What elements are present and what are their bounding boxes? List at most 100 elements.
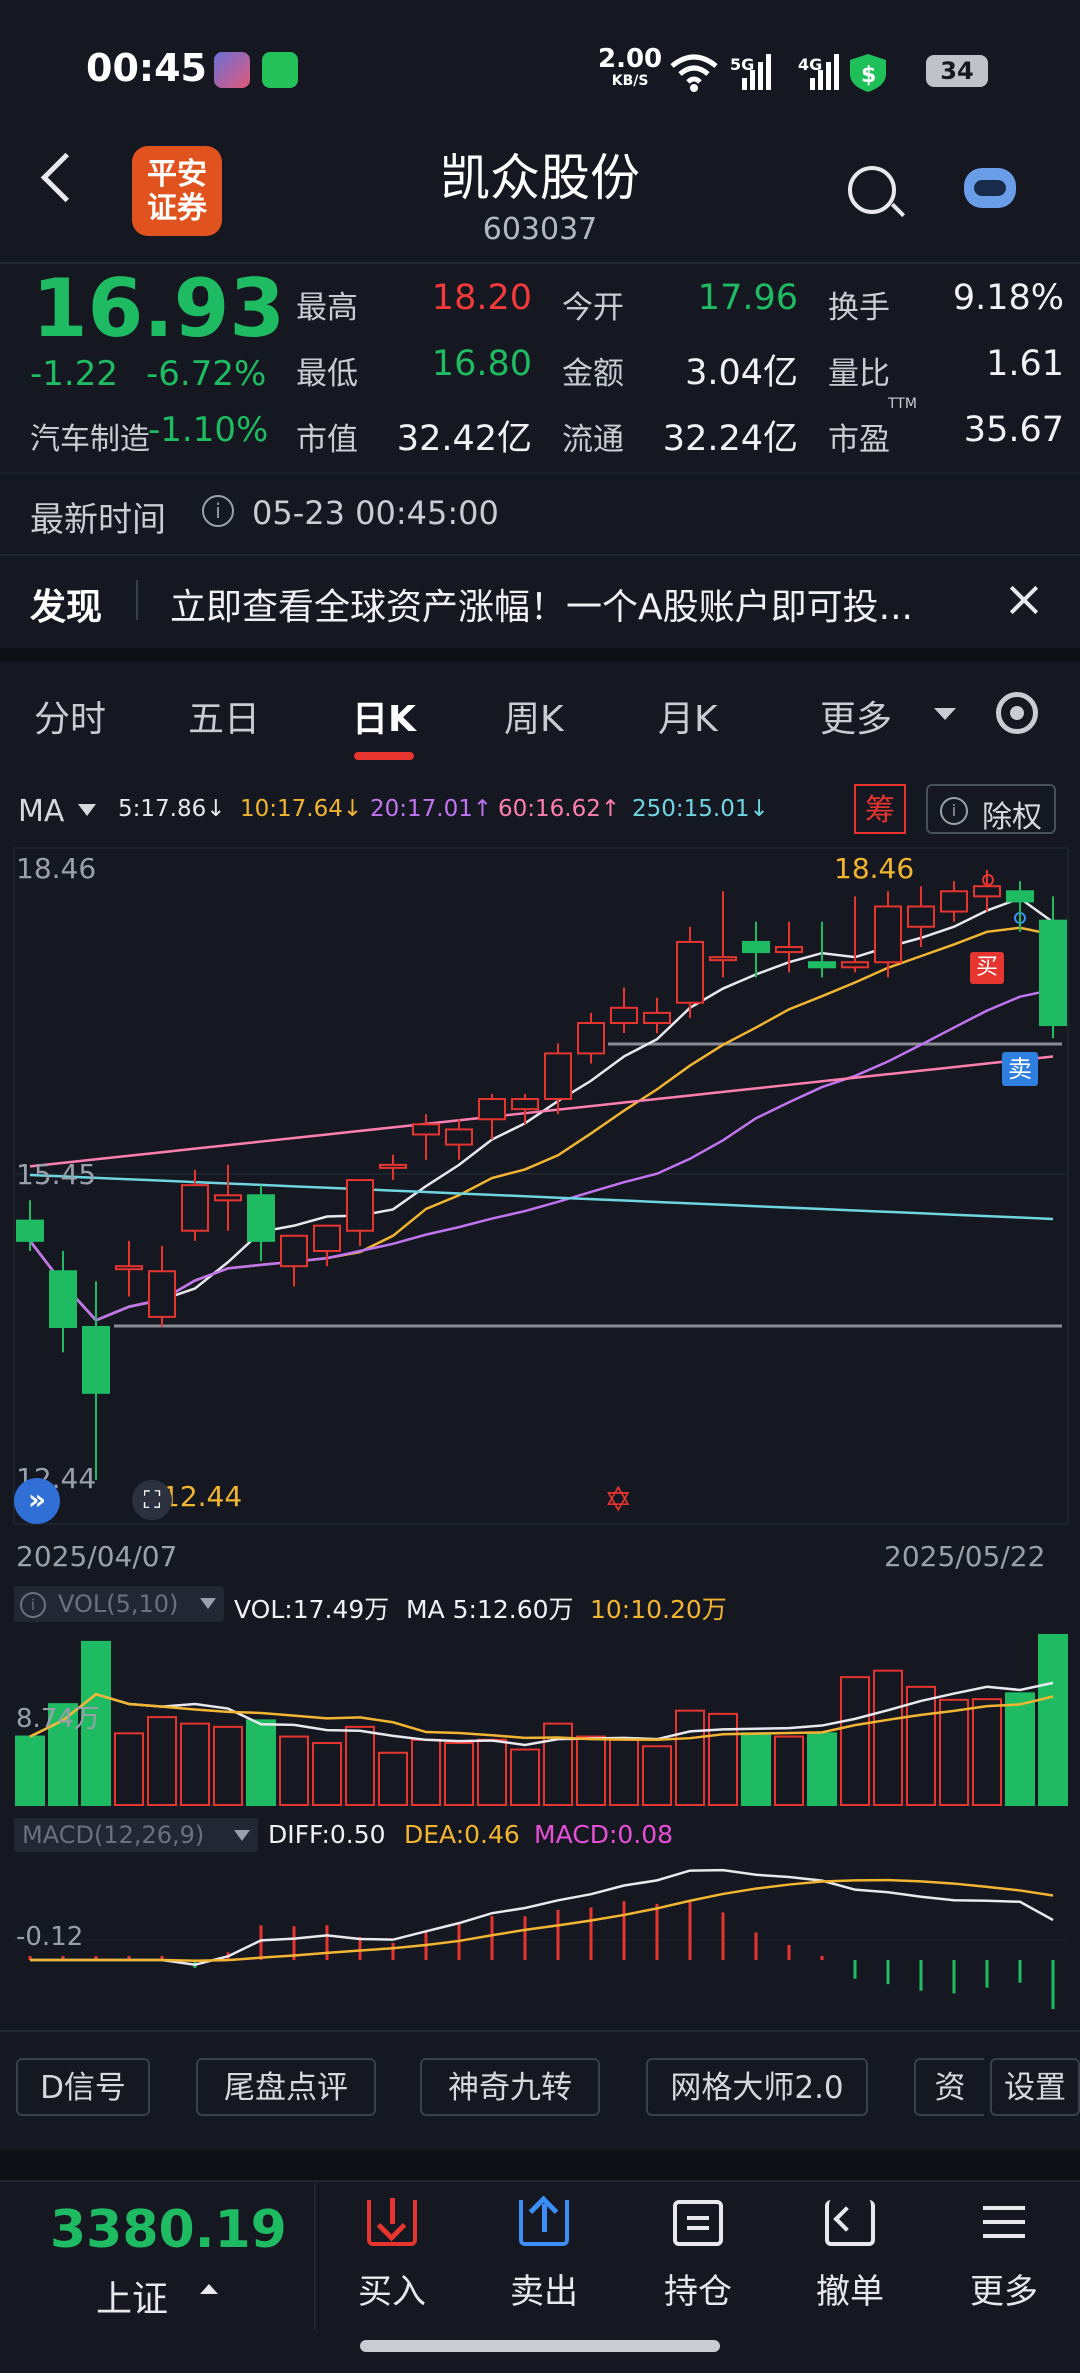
kline-chart[interactable] (0, 840, 1080, 2040)
macd-dea: DEA:0.46 (404, 1820, 520, 1849)
discover-banner-text[interactable]: 立即查看全球资产涨幅！一个A股账户即可投... (170, 578, 913, 630)
update-time: 05-23 00:45:00 (252, 494, 499, 532)
tab-intraday[interactable]: 分时 (34, 690, 106, 742)
candle-body (709, 956, 737, 962)
status-time: 00:45 (86, 46, 207, 90)
fullscreen-icon[interactable]: ⛶ (132, 1480, 172, 1520)
sector-label[interactable]: 汽车制造 (30, 414, 150, 458)
volume-bar (246, 1719, 276, 1806)
tab-more[interactable]: 更多 (820, 690, 892, 742)
volume-bar (609, 1738, 639, 1807)
sell-label: 卖出 (510, 2272, 578, 2312)
amount-value: 3.04亿 (685, 353, 798, 393)
vol-indicator-selector[interactable]: i VOL(5,10) (14, 1586, 224, 1622)
candle-body (775, 946, 803, 954)
candle-body (841, 961, 869, 969)
ma-dropdown-icon[interactable] (78, 804, 96, 816)
turnover-label: 换手 (828, 290, 890, 326)
d-signal-button[interactable]: D信号 (16, 2058, 150, 2116)
end-date: 2025/05/22 (884, 1540, 1046, 1573)
magic-nine-button[interactable]: 神奇九转 (420, 2058, 600, 2116)
holdings-icon (673, 2200, 723, 2246)
y-axis-mid: 15.45 (16, 1158, 97, 1191)
volume-bar (411, 1738, 441, 1807)
funds-button[interactable]: 资 (914, 2058, 984, 2116)
tab-daily-k[interactable]: 日K (352, 690, 416, 742)
volume-bar (675, 1709, 705, 1807)
candle-body (115, 1265, 143, 1271)
event-star-icon[interactable]: ✡ (604, 1480, 633, 1520)
buy-signal-marker[interactable]: 买 (970, 952, 1004, 984)
expand-icon[interactable]: » (14, 1478, 60, 1524)
home-indicator[interactable] (360, 2340, 720, 2352)
volume-bar (312, 1742, 342, 1806)
notification-app-icon (214, 52, 250, 88)
buy-icon (367, 2198, 417, 2246)
volume-bar (345, 1725, 375, 1806)
volume-bar (510, 1748, 540, 1806)
index-name[interactable]: 上证 (96, 2270, 168, 2322)
more-icon (979, 2200, 1029, 2246)
search-icon[interactable] (848, 166, 896, 214)
candle-body (181, 1184, 209, 1232)
network-speed: 2.00 KB/S (598, 46, 662, 92)
candle-body (82, 1325, 110, 1394)
float-cap-label: 流通 (562, 422, 624, 458)
vol-y-tick: 8.74万 (16, 1704, 100, 1734)
close-icon[interactable] (1004, 580, 1044, 620)
volume-ratio-value: 1.61 (986, 344, 1064, 384)
open-label: 今开 (562, 290, 624, 326)
gear-icon[interactable] (996, 692, 1038, 734)
section-gap (0, 648, 1080, 662)
amount-label: 金额 (562, 356, 624, 392)
sell-button[interactable]: 卖出 (494, 2195, 594, 2313)
chip-distribution-button[interactable]: 筹 (854, 784, 906, 834)
candle-body (643, 1011, 671, 1025)
volume-bar (972, 1698, 1002, 1806)
volume-ratio-label: 量比 (828, 356, 890, 392)
ex-right-button[interactable]: i 除权 (926, 784, 1056, 835)
sell-signal-marker[interactable]: 卖 (1002, 1052, 1038, 1086)
cancel-order-icon (825, 2200, 875, 2246)
cancel-order-button[interactable]: 撤单 (800, 2200, 900, 2313)
ma60-value: 60:16.62↑ (498, 796, 621, 822)
info-icon[interactable]: i (202, 495, 234, 527)
ma20-value: 20:17.01↑ (370, 796, 493, 822)
price-change-percent: -6.72% (146, 354, 267, 394)
volume-bar (279, 1735, 309, 1807)
assistant-robot-icon[interactable] (964, 168, 1016, 208)
sector-change[interactable]: -1.10% (148, 410, 268, 450)
macd-indicator-selector[interactable]: MACD(12,26,9) (14, 1818, 258, 1852)
holdings-button[interactable]: 持仓 (648, 2200, 748, 2313)
grid-master-button[interactable]: 网格大师2.0 (646, 2058, 868, 2116)
wifi-dot (690, 84, 698, 92)
index-value[interactable]: 3380.19 (50, 2200, 287, 2260)
buy-button[interactable]: 买入 (342, 2198, 442, 2313)
ma10-value: 10:17.64↓ (240, 796, 363, 822)
info-icon: i (20, 1592, 46, 1618)
low-value: 16.80 (431, 344, 532, 384)
turnover-value: 9.18% (952, 278, 1064, 318)
tab-five-day[interactable]: 五日 (188, 690, 260, 742)
candle-body (973, 885, 1001, 898)
market-cap-value: 32.42亿 (396, 419, 532, 459)
chevron-up-icon[interactable] (200, 2284, 218, 2294)
tab-monthly-k[interactable]: 月K (658, 690, 718, 742)
volume-bar (807, 1732, 837, 1807)
volume-bar (840, 1676, 870, 1806)
settings-button[interactable]: 设置 (990, 2058, 1080, 2116)
closing-review-button[interactable]: 尾盘点评 (196, 2058, 376, 2116)
candle-body (577, 1022, 605, 1055)
max-price-marker: 18.46 (834, 852, 915, 885)
tab-weekly-k[interactable]: 周K (504, 690, 564, 742)
candle-body (742, 940, 770, 954)
pe-label: 市盈 (828, 422, 890, 458)
vol-label: VOL(5,10) (58, 1590, 179, 1618)
volume-bar (147, 1716, 177, 1807)
more-button[interactable]: 更多 (954, 2200, 1054, 2313)
more-label: 更多 (970, 2272, 1038, 2312)
ma-selector[interactable]: MA (18, 794, 64, 829)
vol-ma5: MA 5:12.60万 (406, 1595, 574, 1624)
chevron-down-icon[interactable] (934, 708, 956, 720)
volume-bar (180, 1722, 210, 1806)
